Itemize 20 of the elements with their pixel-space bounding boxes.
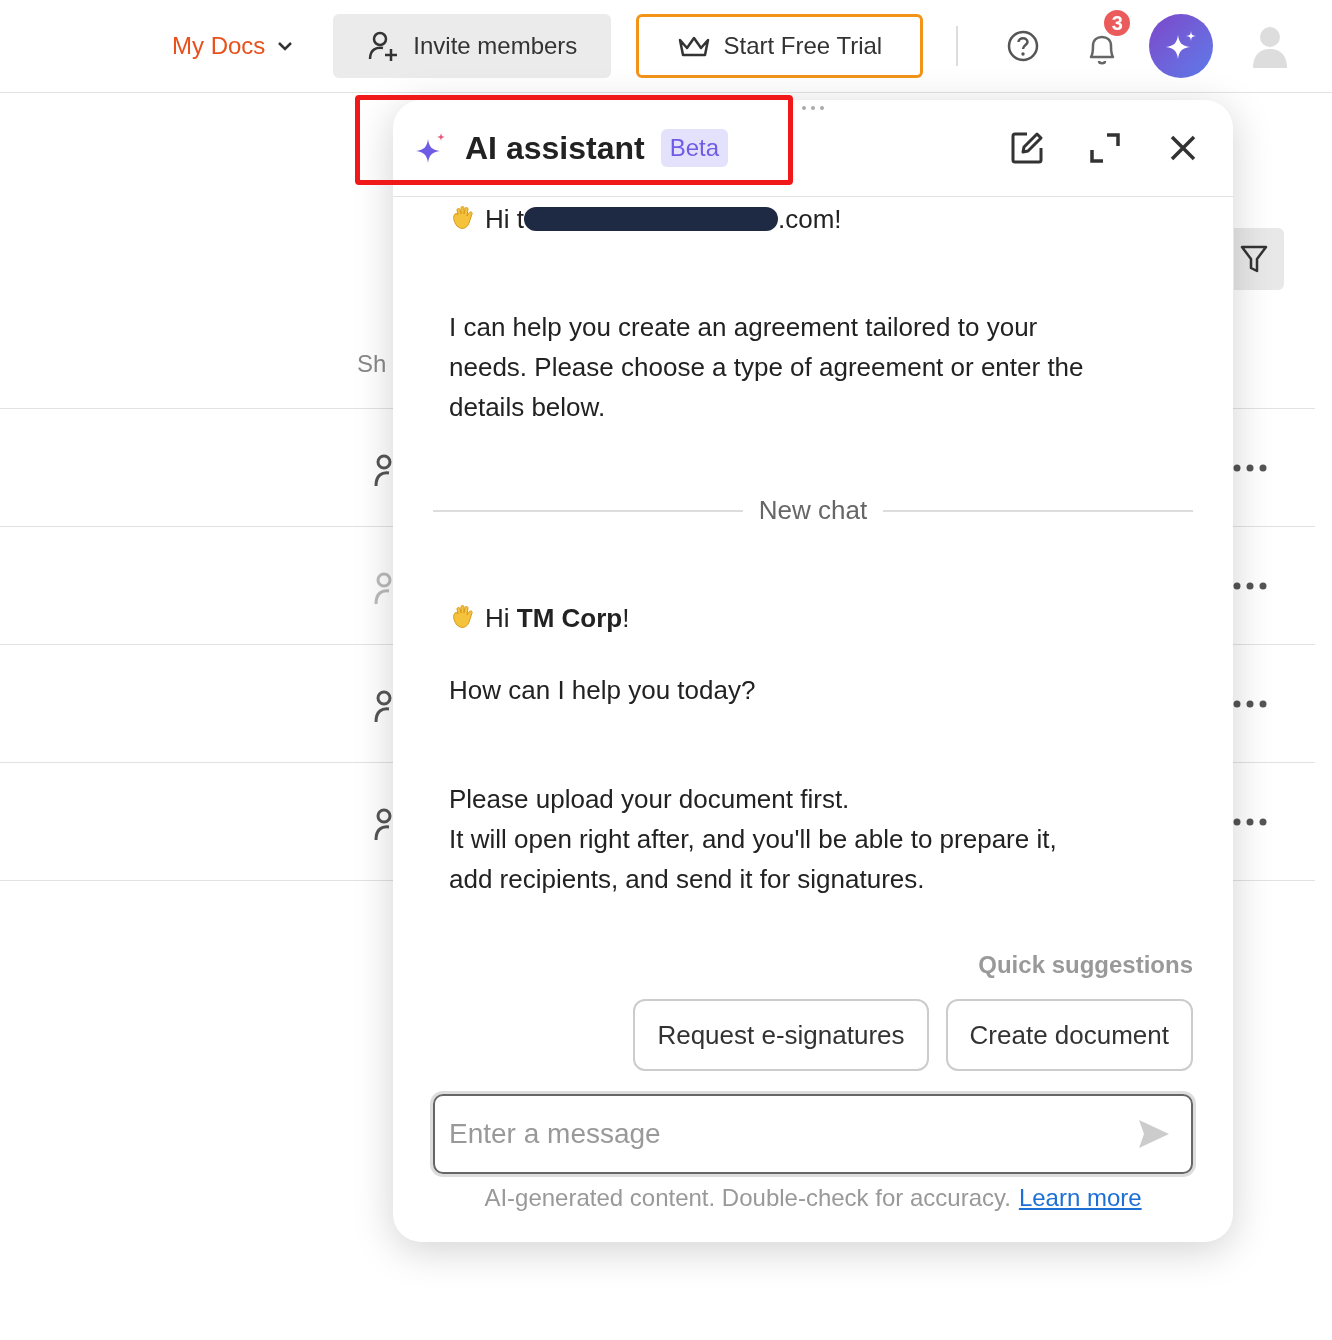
new-chat-divider-label: New chat [758, 494, 868, 527]
panel-title: AI assistant [465, 129, 645, 168]
question-message: How can I help you today? [449, 674, 757, 707]
start-free-trial-button[interactable]: Start Free Trial [636, 14, 924, 78]
workspace-dropdown[interactable]: My Docs [172, 28, 294, 64]
notification-count: 3 [1102, 8, 1133, 38]
disclaimer-text: AI-generated content. Double-check for accuracy. [484, 1183, 1011, 1213]
suggestion-button[interactable]: Request e-signatures [633, 999, 929, 1071]
learn-more-link[interactable]: Learn more [1018, 1180, 1142, 1216]
intro-message: I can help you create an agreement tailored to your needs. Please choose a type of agreement or enter the details below. [449, 311, 1085, 424]
greeting-start: Hi t [485, 203, 524, 236]
instruction-message: It will open right after, and you'll be able to prepare it, add recipients, and send it for signatures. [449, 823, 1058, 896]
suggestion-button[interactable]: Create document [945, 999, 1193, 1071]
invite-members-button[interactable]: Invite members [333, 14, 612, 78]
column-heading: Sh [357, 349, 387, 379]
greeting-end: .com! [778, 203, 842, 236]
instruction-message: Please upload your document first. [449, 783, 851, 816]
greeting-message: Hi TM Corp! [485, 602, 630, 635]
beta-badge: Beta [660, 129, 728, 167]
quick-suggestions-label: Quick suggestions [978, 950, 1193, 980]
